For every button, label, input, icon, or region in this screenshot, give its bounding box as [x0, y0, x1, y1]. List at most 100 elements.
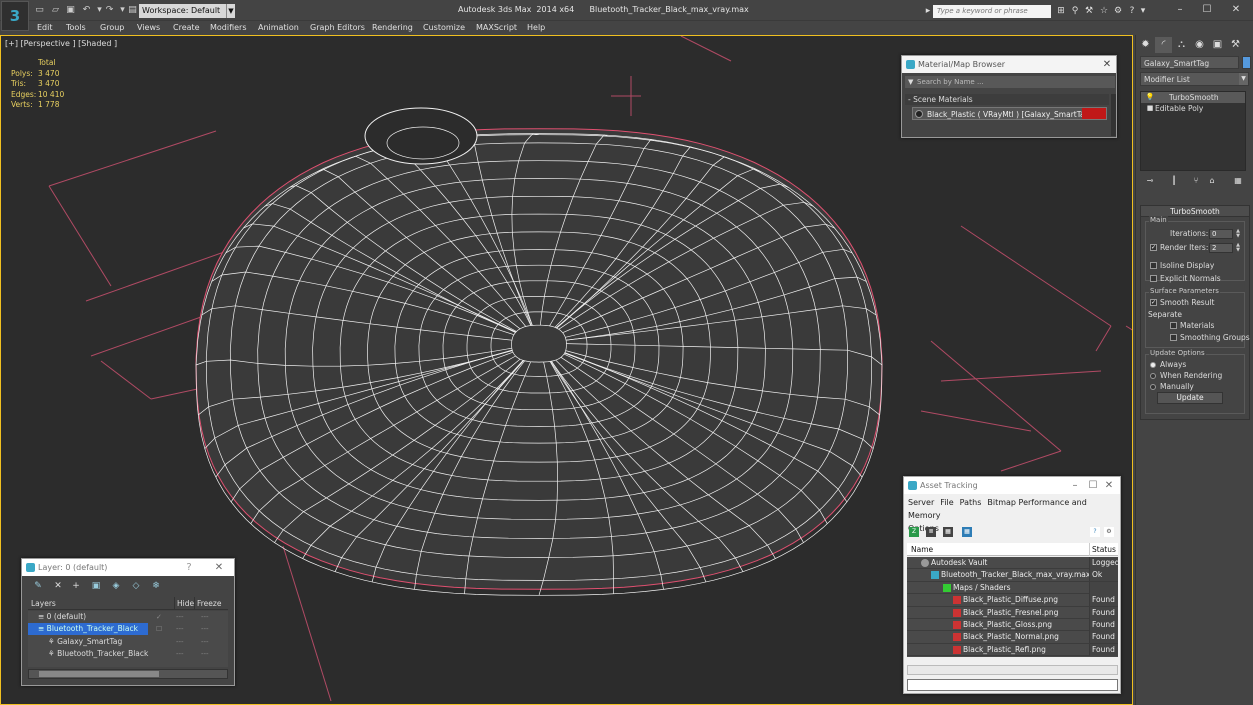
layer-row[interactable]: ⚘ Galaxy_SmartTag --- ---	[28, 636, 228, 648]
table-row[interactable]: Black_Plastic_Diffuse.png Found	[907, 594, 1118, 607]
project-folder-icon[interactable]: ▤	[126, 4, 139, 16]
lightbulb-icon[interactable]: 💡	[1145, 92, 1155, 103]
freeze-all-icon[interactable]: ❄	[150, 580, 162, 592]
hide-toggle[interactable]: ---	[176, 636, 184, 648]
favorites-icon[interactable]: ☆	[1098, 5, 1110, 17]
undo-icon[interactable]: ↶	[80, 4, 93, 16]
hide-toggle[interactable]: ---	[176, 623, 184, 635]
display-tab-icon[interactable]: ▣	[1209, 37, 1226, 53]
help-dropdown-icon[interactable]: ▾	[1137, 5, 1149, 17]
close-icon[interactable]: ✕	[212, 559, 226, 576]
communication-center-icon[interactable]: ⚒	[1083, 5, 1095, 17]
menu-modifiers[interactable]: Modifiers	[210, 22, 247, 34]
table-view-icon[interactable]: ▦	[962, 527, 972, 537]
menu-edit[interactable]: Edit	[37, 22, 53, 34]
menu-views[interactable]: Views	[137, 22, 160, 34]
help-icon[interactable]: ?	[182, 559, 196, 576]
minimize-icon[interactable]: –	[1068, 477, 1082, 494]
materials-checkbox[interactable]	[1170, 322, 1177, 329]
horizontal-scrollbar[interactable]	[28, 669, 228, 679]
modifier-list-dropdown[interactable]: Modifier List	[1140, 72, 1249, 86]
minimize-icon[interactable]: –	[1172, 3, 1188, 17]
show-end-result-icon[interactable]: ┃	[1166, 174, 1182, 187]
spinner-arrows-icon[interactable]: ▲ ▼	[1235, 229, 1241, 239]
stack-item-editable-poly[interactable]: ■ Editable Poly	[1141, 103, 1245, 114]
freeze-toggle[interactable]: ---	[201, 648, 209, 660]
menu-paths[interactable]: Paths	[960, 498, 982, 507]
hierarchy-tab-icon[interactable]: ⛬	[1173, 37, 1190, 53]
window-title-bar[interactable]: Material/Map Browser	[902, 56, 1116, 73]
delete-layer-icon[interactable]: ✕	[52, 580, 64, 592]
subscription-icon[interactable]: ⚲	[1069, 5, 1081, 17]
iterations-spinner[interactable]: 0	[1209, 229, 1233, 239]
table-row[interactable]: Bluetooth_Tracker_Black_max_vray.max Ok	[907, 569, 1118, 582]
menu-rendering[interactable]: Rendering	[372, 22, 413, 34]
help-icon[interactable]: ?	[1090, 527, 1100, 537]
remove-modifier-icon[interactable]: ⌂	[1204, 174, 1220, 187]
column-layers[interactable]: Layers	[31, 597, 56, 610]
menu-bitmap-performance[interactable]: Bitmap Performance and Memory	[908, 498, 1087, 520]
thumbnail-view-icon[interactable]: ▦	[943, 527, 953, 537]
freeze-toggle[interactable]: ---	[201, 611, 209, 623]
help-icon[interactable]: ⚙	[1112, 5, 1124, 17]
chevron-down-icon[interactable]: ▼	[1239, 73, 1248, 85]
layer-row[interactable]: ⚘ Bluetooth_Tracker_Black --- ---	[28, 648, 228, 660]
redo-icon[interactable]: ↷	[103, 4, 116, 16]
create-tab-icon[interactable]: ✹	[1137, 37, 1154, 53]
column-freeze[interactable]: Freeze	[194, 597, 221, 610]
viewport-label[interactable]: [+] [Perspective ] [Shaded ]	[5, 39, 117, 48]
menu-help[interactable]: Help	[527, 22, 545, 34]
stack-item-turbosmooth[interactable]: 💡 TurboSmooth	[1141, 92, 1245, 103]
current-layer-box-icon[interactable]: ☐	[156, 623, 162, 635]
object-color-swatch[interactable]	[1242, 56, 1251, 69]
mesh-body[interactable]	[195, 128, 883, 590]
menu-customize[interactable]: Customize	[423, 22, 465, 34]
search-dropdown-icon[interactable]: ▼	[908, 76, 913, 88]
current-layer-check-icon[interactable]: ✓	[156, 611, 162, 623]
menu-maxscript[interactable]: MAXScript	[476, 22, 517, 34]
smoothing-groups-checkbox[interactable]	[1170, 334, 1177, 341]
path-input[interactable]	[907, 679, 1118, 691]
table-row[interactable]: Black_Plastic_Fresnel.png Found	[907, 606, 1118, 619]
select-layer-icon[interactable]: ▣	[90, 580, 102, 592]
make-unique-icon[interactable]: ⑂	[1188, 174, 1204, 187]
table-row[interactable]: Autodesk VaultLogged O	[907, 557, 1118, 570]
column-name[interactable]: Name	[911, 543, 933, 556]
smooth-result-checkbox[interactable]: ✓	[1150, 299, 1157, 306]
layer-row[interactable]: ≡ 0 (default) ✓ --- ---	[28, 611, 228, 623]
window-title-bar[interactable]: Layer: 0 (default)	[22, 559, 234, 576]
binoculars-icon[interactable]: ⊞	[1055, 5, 1067, 17]
horizontal-scrollbar[interactable]	[907, 665, 1118, 675]
always-radio[interactable]	[1150, 362, 1156, 368]
scrollbar[interactable]	[1111, 94, 1116, 136]
maximize-icon[interactable]: ☐	[1086, 477, 1100, 494]
column-hide[interactable]: Hide	[174, 597, 194, 610]
menu-tools[interactable]: Tools	[66, 22, 86, 34]
app-logo[interactable]: 3	[1, 1, 29, 31]
workspace-dropdown[interactable]: Workspace: Default	[139, 4, 226, 18]
column-status[interactable]: Status	[1089, 543, 1116, 556]
maximize-icon[interactable]: ☐	[1199, 3, 1215, 17]
vault-icon[interactable]: Z	[909, 527, 919, 537]
configure-sets-icon[interactable]: ▦	[1230, 174, 1246, 187]
chevron-down-icon[interactable]: ▼	[226, 4, 235, 18]
menu-graph-editors[interactable]: Graph Editors	[310, 22, 365, 34]
explicit-normals-checkbox[interactable]	[1150, 275, 1157, 282]
object-name-field[interactable]: Galaxy_SmartTag	[1140, 56, 1239, 69]
menu-animation[interactable]: Animation	[258, 22, 299, 34]
isoline-checkbox[interactable]	[1150, 262, 1157, 269]
create-layer-icon[interactable]: ✎	[32, 580, 44, 592]
render-iters-checkbox[interactable]: ✓	[1150, 244, 1157, 251]
table-row[interactable]: Black_Plastic_Gloss.png Found	[907, 618, 1118, 632]
menu-file[interactable]: File	[940, 498, 953, 507]
highlight-layer-icon[interactable]: ◈	[110, 580, 122, 592]
layer-row[interactable]: ≡ Bluetooth_Tracker_Black ☐ --- ---	[28, 623, 228, 636]
freeze-toggle[interactable]: ---	[201, 636, 209, 648]
modify-tab-icon[interactable]: ◜	[1155, 37, 1172, 53]
hide-toggle[interactable]: ---	[176, 611, 184, 623]
table-row[interactable]: Black_Plastic_Refl.png Found	[907, 643, 1118, 657]
list-view-icon[interactable]: ≣	[926, 527, 936, 537]
menu-create[interactable]: Create	[173, 22, 200, 34]
update-button[interactable]: Update	[1157, 392, 1223, 404]
scene-materials-section[interactable]: - Scene Materials	[905, 94, 1109, 105]
